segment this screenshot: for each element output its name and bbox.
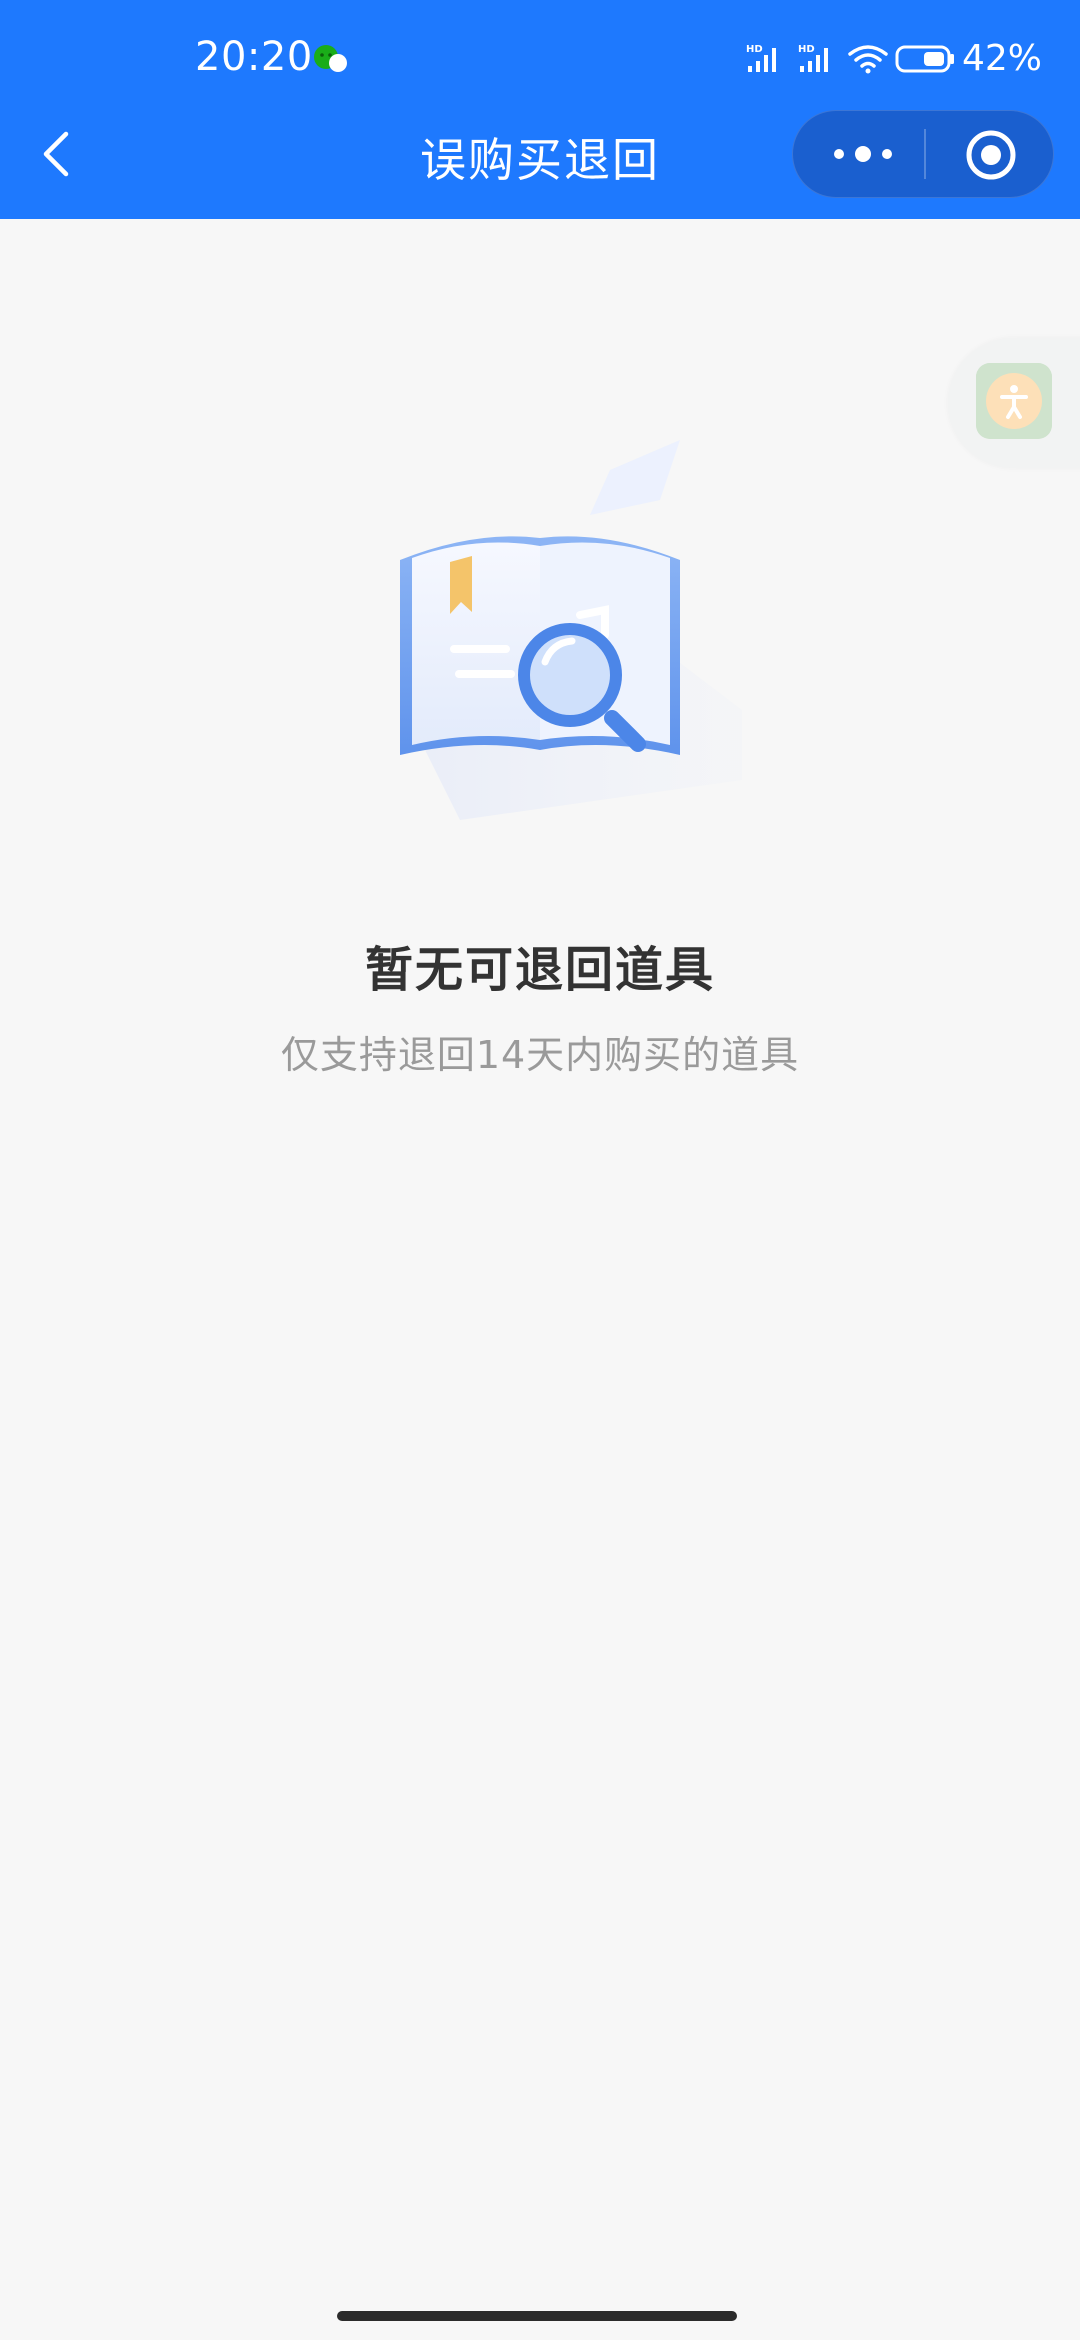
back-button[interactable] bbox=[28, 124, 88, 184]
cell-signal-icon: HD bbox=[746, 44, 776, 72]
close-mini-program-icon[interactable] bbox=[965, 129, 1017, 181]
floating-accessibility-tab[interactable] bbox=[948, 338, 1080, 468]
capsule-divider bbox=[924, 129, 926, 179]
empty-state-title: 暂无可退回道具 bbox=[364, 942, 715, 998]
home-indicator[interactable] bbox=[337, 2311, 737, 2321]
wifi-icon bbox=[848, 45, 888, 74]
battery-percent: 42% bbox=[962, 38, 1043, 79]
status-time: 20:20 bbox=[195, 34, 313, 80]
svg-text:HD: HD bbox=[746, 44, 763, 55]
more-dots-icon[interactable] bbox=[823, 129, 903, 179]
wechat-notification-icon bbox=[314, 45, 347, 72]
status-bar: 20:20 HD HD 42% bbox=[0, 0, 1080, 112]
page-title: 误购买退回 bbox=[420, 133, 660, 187]
app-header: 20:20 HD HD 42% 误购买退回 bbox=[0, 0, 1080, 219]
empty-state-subtitle: 仅支持退回14天内购买的道具 bbox=[280, 1033, 800, 1077]
battery-icon bbox=[895, 45, 954, 73]
accessibility-icon[interactable] bbox=[976, 363, 1052, 439]
svg-text:HD: HD bbox=[798, 44, 815, 55]
cell-signal-icon: HD bbox=[798, 44, 828, 72]
book-magnifier-illustration bbox=[400, 440, 742, 820]
mini-program-capsule bbox=[792, 110, 1054, 198]
